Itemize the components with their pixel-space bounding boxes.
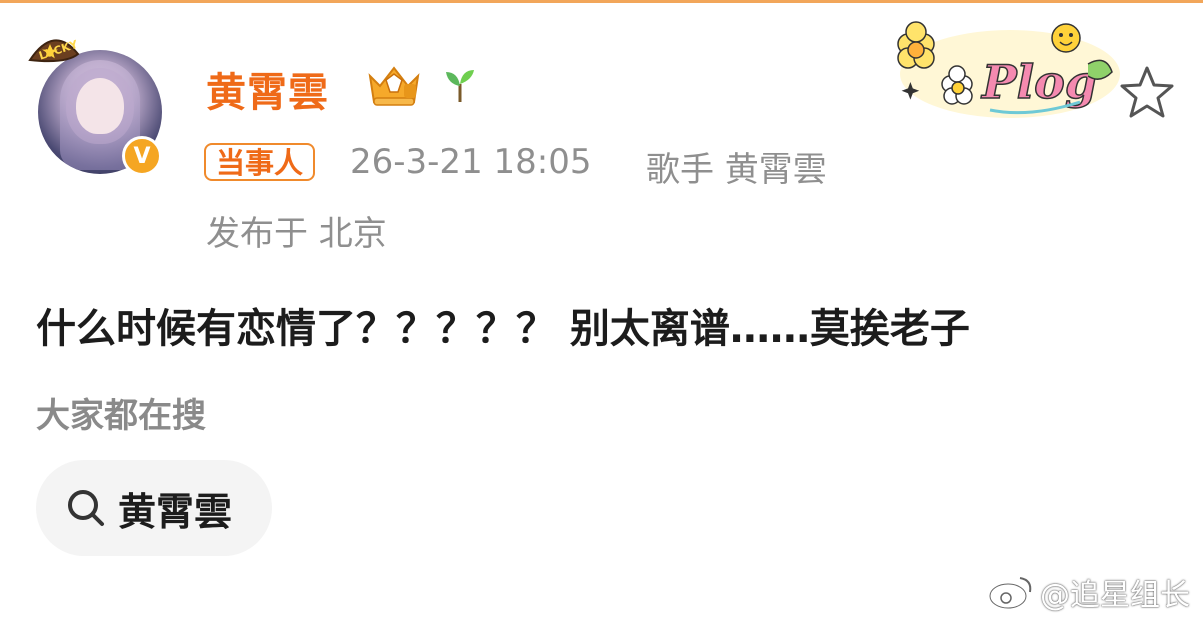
- post-location: 发布于 北京: [206, 214, 387, 254]
- weibo-icon: [988, 577, 1032, 610]
- sprout-icon: [446, 70, 474, 102]
- post-source[interactable]: 歌手 黄霄雲: [646, 142, 827, 191]
- crown-icon[interactable]: [364, 62, 424, 108]
- trending-title: 大家都在搜: [36, 396, 206, 436]
- plog-sticker: Plog: [897, 21, 1120, 118]
- post-timestamp: 26-3-21 18:05: [350, 142, 592, 182]
- lucky-hat-icon: LUCKY: [28, 37, 80, 63]
- search-icon: [68, 490, 104, 526]
- verified-mark: V: [133, 143, 151, 169]
- watermark-text: @追星组长: [1040, 578, 1190, 613]
- post-text: 什么时候有恋情了？？？？？ 别太离谱……莫挨老子: [36, 306, 970, 352]
- verified-icon: V: [122, 136, 162, 176]
- watermark: @追星组长: [986, 572, 1190, 613]
- top-edge: [0, 0, 1203, 3]
- avatar-face: [76, 78, 124, 134]
- trending-search-chip[interactable]: 黄霄雲: [36, 460, 272, 556]
- tag-badge: 当事人: [204, 143, 316, 181]
- star-icon[interactable]: [1118, 64, 1176, 120]
- username[interactable]: 黄霄雲: [206, 60, 329, 118]
- trending-chip-label: 黄霄雲: [118, 489, 233, 534]
